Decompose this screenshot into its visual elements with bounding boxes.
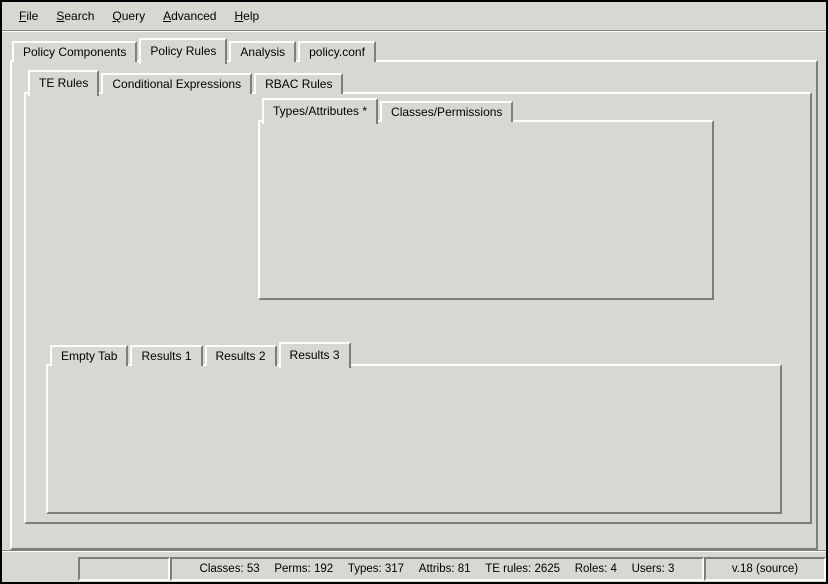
tab-rbac-rules[interactable]: RBAC Rules	[254, 73, 343, 94]
menu-bar: FileSearchQueryAdvancedHelp	[2, 2, 826, 30]
results-tab-empty-tab[interactable]: Empty Tab	[50, 345, 128, 366]
status-empty-panel	[78, 557, 170, 581]
tab-policy-conf[interactable]: policy.conf	[298, 41, 376, 62]
tab-types-attributes[interactable]: Types/Attributes *	[262, 98, 378, 124]
criteria-tabbar: Types/Attributes *Classes/Permissions	[262, 100, 515, 122]
tab-policy-components[interactable]: Policy Components	[12, 41, 137, 62]
menubar-separator	[2, 30, 826, 32]
menu-advanced[interactable]: Advanced	[154, 7, 225, 25]
menu-file[interactable]: File	[10, 7, 47, 25]
results-page	[46, 364, 782, 514]
results-tab-results-3[interactable]: Results 3	[279, 342, 351, 368]
tab-classes-permissions[interactable]: Classes/Permissions	[380, 101, 513, 122]
tab-policy-rules[interactable]: Policy Rules	[139, 38, 227, 64]
menu-query[interactable]: Query	[103, 7, 154, 25]
results-tab-results-2[interactable]: Results 2	[205, 345, 277, 366]
menu-search[interactable]: Search	[47, 7, 103, 25]
sub-tabbar: TE RulesConditional ExpressionsRBAC Rule…	[28, 70, 345, 94]
status-stats-panel: Classes: 53 Perms: 192 Types: 317 Attrib…	[170, 557, 704, 581]
statusbar-separator	[2, 550, 826, 552]
results-tabbar: Empty TabResults 1Results 2Results 3	[50, 342, 353, 366]
status-version-panel: v.18 (source)	[704, 557, 826, 581]
status-stats-text: Classes: 53 Perms: 192 Types: 317 Attrib…	[200, 563, 675, 575]
tab-conditional-expressions[interactable]: Conditional Expressions	[101, 73, 252, 94]
policy-version-label: v.18 (source)	[732, 563, 798, 575]
tab-te-rules[interactable]: TE Rules	[28, 70, 99, 96]
app-window: FileSearchQueryAdvancedHelp Policy Compo…	[0, 0, 828, 584]
results-tab-results-1[interactable]: Results 1	[130, 345, 202, 366]
types-attributes-page	[258, 120, 714, 300]
main-tabbar: Policy ComponentsPolicy RulesAnalysispol…	[12, 36, 378, 62]
tab-analysis[interactable]: Analysis	[229, 41, 296, 62]
menu-help[interactable]: Help	[225, 7, 268, 25]
